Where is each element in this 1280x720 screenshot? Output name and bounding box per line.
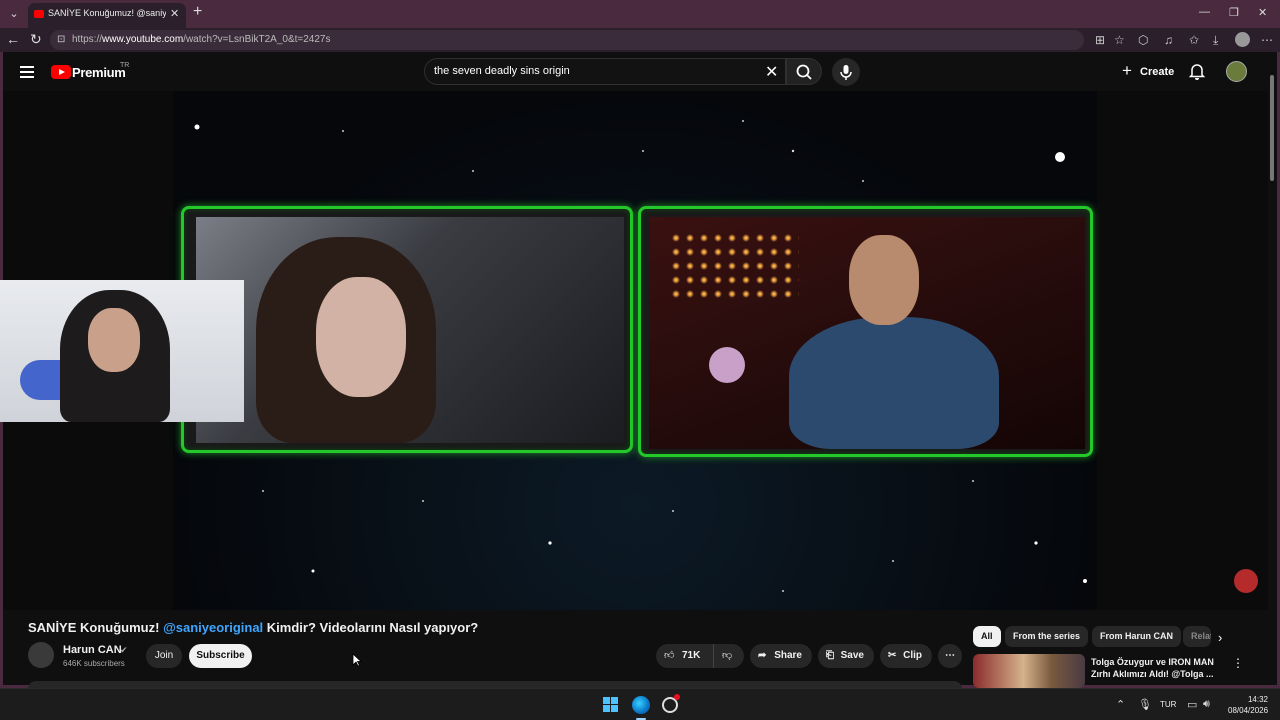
like-count: 71K — [682, 650, 701, 661]
share-icon: ➦ — [758, 650, 767, 661]
clip-button[interactable]: ✂ Clip — [880, 644, 932, 668]
back-arrow-icon[interactable]: ← — [6, 31, 20, 47]
search-button[interactable] — [786, 58, 822, 85]
tab-title: SANİYE Konuğumuz! @saniyeoriginal — [48, 8, 166, 18]
browser-profile-avatar[interactable] — [1235, 32, 1250, 47]
youtube-premium-logo[interactable]: Premium — [72, 65, 126, 80]
streamer-face — [88, 308, 140, 372]
favorite-star-icon[interactable]: ☆ — [1114, 33, 1125, 47]
show-hidden-icons-chevron-icon[interactable]: ⌃ — [1116, 698, 1125, 711]
browser-tab-bar: ⌄ SANİYE Konuğumuz! @saniyeoriginal ✕ + … — [0, 0, 1280, 28]
read-aloud-icon[interactable]: ♫ — [1164, 33, 1173, 47]
account-avatar[interactable] — [1226, 61, 1247, 82]
voice-search-button[interactable] — [832, 58, 860, 86]
new-tab-icon[interactable]: + — [193, 3, 202, 21]
favorites-icon[interactable]: ✩ — [1189, 33, 1199, 47]
downloads-icon[interactable]: ⤓ — [1213, 33, 1218, 48]
search-input[interactable]: the seven deadly sins origin ✕ — [424, 58, 786, 85]
thumbs-down-icon: 👎︎ — [722, 650, 733, 661]
like-button[interactable]: 👍︎ 71K — [656, 644, 712, 668]
browser-menu-icon[interactable]: ⋯ — [1261, 33, 1273, 47]
split-screen-icon[interactable]: ⊞ — [1095, 33, 1105, 47]
title-mention-link[interactable]: @saniyeoriginal — [163, 620, 263, 635]
network-icon[interactable]: ▭ — [1187, 698, 1197, 711]
search-query: the seven deadly sins origin — [434, 65, 570, 77]
chip-from-the-series[interactable]: From the series — [1005, 626, 1089, 647]
lock-icon: ⊡ — [57, 34, 66, 45]
clip-label: Clip — [903, 650, 922, 661]
share-label: Share — [774, 650, 802, 661]
guest-camera-frame — [181, 206, 633, 453]
windows-start-icon[interactable] — [603, 697, 619, 713]
address-bar[interactable]: ⊡ https://www.youtube.com/watch?v=LsnBik… — [50, 30, 1084, 50]
like-dislike-group: 👍︎ 71K 👎︎ — [656, 644, 744, 668]
chevron-right-icon[interactable]: › — [1218, 630, 1222, 645]
dislike-button[interactable]: 👎︎ — [713, 644, 744, 668]
notification-badge — [674, 694, 680, 700]
save-button[interactable]: ⎗ Save — [818, 644, 874, 668]
restore-icon[interactable]: ❐ — [1229, 6, 1239, 19]
host-face — [849, 235, 919, 325]
bookmark-icon: ⎗ — [826, 650, 834, 661]
region-code: TR — [120, 62, 130, 69]
microphone-tray-icon[interactable]: 🎙︎ — [1138, 698, 1152, 711]
mouse-cursor-icon — [352, 653, 363, 672]
youtube-logo-icon[interactable] — [51, 65, 71, 79]
string-lights-decoration — [669, 231, 799, 301]
subscribe-button[interactable]: Subscribe — [189, 644, 252, 668]
channel-watermark-icon[interactable] — [1234, 569, 1258, 593]
url-text: https://www.youtube.com/watch?v=LsnBikT2… — [72, 34, 331, 45]
share-button[interactable]: ➦ Share — [750, 644, 812, 668]
menu-icon[interactable] — [20, 66, 34, 78]
clock-date: 08/04/2026 — [1228, 706, 1269, 715]
search-icon — [796, 64, 812, 80]
input-language[interactable]: TUR — [1160, 700, 1176, 709]
video-title: SANİYE Konuğumuz! @saniyeoriginal Kimdir… — [28, 620, 479, 635]
scrollbar-thumb[interactable] — [1270, 75, 1274, 181]
host-camera-frame — [638, 206, 1093, 457]
minimize-icon[interactable]: — — [1199, 6, 1210, 18]
plus-icon: + — [1122, 61, 1132, 80]
clock[interactable]: 14:32 08/04/2026 — [1228, 694, 1268, 716]
chip-all[interactable]: All — [973, 626, 1001, 647]
save-label: Save — [840, 650, 864, 661]
create-label: Create — [1140, 66, 1175, 78]
verified-check-icon: ✔ — [120, 645, 128, 655]
create-button[interactable]: + Create — [1118, 60, 1174, 84]
clock-time: 14:32 — [1247, 695, 1268, 704]
extensions-icon[interactable]: ⬡ — [1138, 33, 1148, 47]
host-camera-feed — [649, 217, 1085, 449]
host-person — [789, 317, 999, 449]
guest-face — [316, 277, 406, 397]
chip-related[interactable]: Related — [1183, 626, 1211, 647]
clear-search-icon[interactable]: ✕ — [765, 62, 778, 82]
youtube-favicon-icon — [34, 10, 44, 18]
edge-browser-icon[interactable] — [632, 696, 650, 714]
guest-camera-feed — [196, 217, 624, 443]
more-vertical-icon[interactable]: ⋮ — [1232, 656, 1244, 670]
recommended-video-thumbnail[interactable] — [973, 654, 1085, 688]
browser-tab[interactable]: SANİYE Konuğumuz! @saniyeoriginal ✕ — [28, 3, 186, 28]
lamp-globe — [709, 347, 745, 383]
windows-taskbar: ⌃ 🎙︎ TUR ▭ 🔊︎ 14:32 08/04/2026 — [0, 688, 1280, 720]
volume-icon[interactable]: 🔊︎ — [1203, 698, 1210, 711]
join-button[interactable]: Join — [146, 644, 182, 668]
recommended-video-title[interactable]: Tolga Özuygur ve IRON MAN Zırhı Aklımızı… — [1091, 656, 1216, 680]
streamer-webcam-overlay — [0, 280, 244, 422]
notifications-bell-icon[interactable] — [1188, 63, 1206, 85]
channel-name[interactable]: Harun CAN — [63, 644, 122, 656]
channel-avatar[interactable] — [28, 642, 54, 668]
more-horizontal-icon: ⋯ — [945, 650, 955, 661]
thumbs-up-icon: 👍︎ — [664, 650, 675, 661]
microphone-icon — [840, 65, 852, 80]
close-tab-icon[interactable]: ✕ — [170, 7, 179, 20]
subscriber-count: 646K subscribers — [63, 659, 125, 668]
scissors-icon: ✂ — [888, 650, 897, 661]
address-toolbar: ← ↻ ⊡ https://www.youtube.com/watch?v=Ls… — [0, 28, 1280, 52]
tab-actions-menu-icon[interactable]: ⌄ — [4, 4, 24, 24]
chip-from-channel[interactable]: From Harun CAN — [1092, 626, 1182, 647]
more-actions-button[interactable]: ⋯ — [938, 644, 962, 668]
close-window-icon[interactable]: ✕ — [1258, 6, 1267, 19]
reload-icon[interactable]: ↻ — [30, 31, 42, 48]
